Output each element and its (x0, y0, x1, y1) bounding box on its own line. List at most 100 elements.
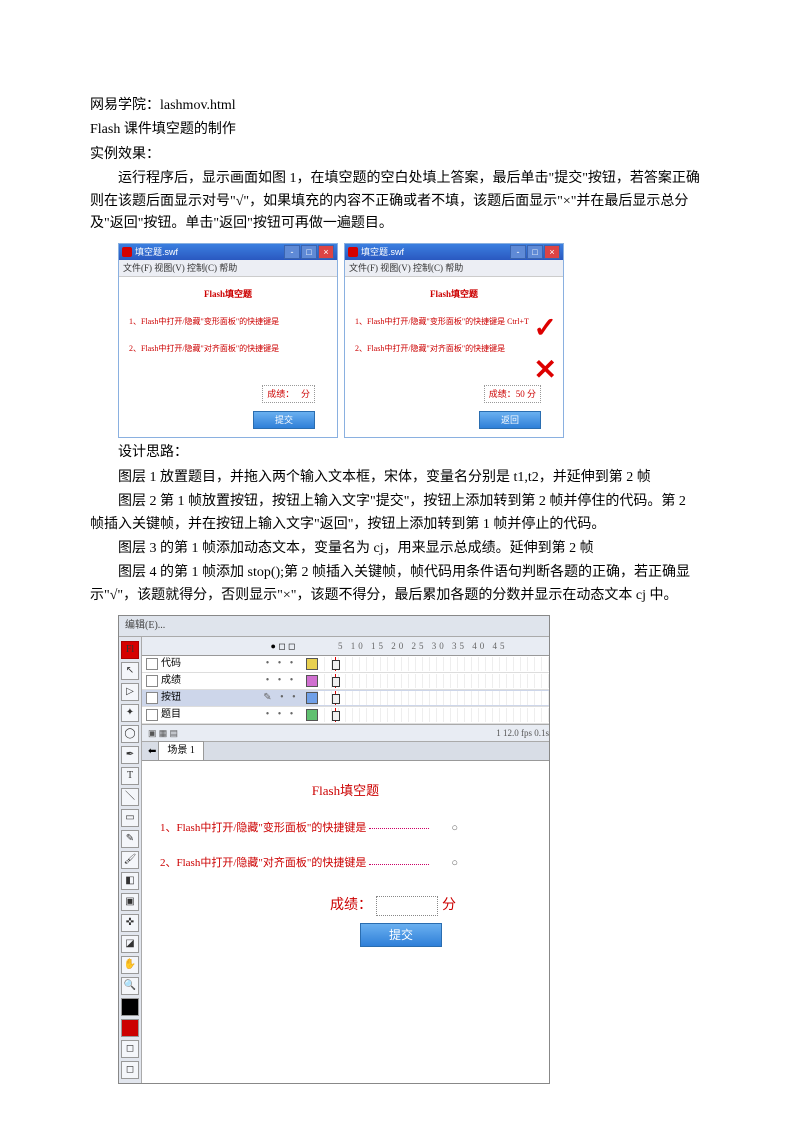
fill-swatch[interactable] (121, 1019, 139, 1037)
flash-editor: 编辑(E)... Fl ↖ ▷ ✦ ◯ ✒ T ＼ ▭ ✎ 🖌 ◧ ▣ ✜ ◪ … (118, 615, 550, 1084)
layer-icon (146, 658, 158, 670)
scene-tab[interactable]: 场景 1 (158, 741, 204, 760)
hand-tool-icon[interactable]: ✋ (121, 956, 139, 974)
score-field[interactable] (376, 896, 438, 916)
score-row: 成绩：50 分 (484, 385, 541, 403)
layer-toggles[interactable]: • • • (256, 656, 306, 672)
layer-label: 成绩 (161, 673, 181, 689)
bucket-tool-icon[interactable]: ▣ (121, 893, 139, 911)
eraser-tool-icon[interactable]: ◪ (121, 935, 139, 953)
layer-row[interactable]: 成绩 • • • (142, 673, 549, 690)
submit-button[interactable]: 提交 (253, 411, 315, 429)
layer-color (306, 658, 318, 670)
pen-tool-icon[interactable]: ✒ (121, 746, 139, 764)
maximize-icon[interactable]: □ (301, 245, 317, 259)
close-icon[interactable]: × (318, 245, 334, 259)
minimize-icon[interactable]: - (510, 245, 526, 259)
layer-row[interactable]: 代码 • • • (142, 656, 549, 673)
swf-q2: 2、Flash中打开/隐藏"对齐面板"的快捷键是 (129, 343, 327, 356)
stage-q1: 1、Flash中打开/隐藏"变形面板"的快捷键是○ (160, 820, 531, 838)
stage: Flash填空题 1、Flash中打开/隐藏"变形面板"的快捷键是○ 2、Fla… (142, 761, 549, 971)
frames[interactable] (318, 674, 549, 688)
eyedrop-tool-icon[interactable]: ✜ (121, 914, 139, 932)
maximize-icon[interactable]: □ (527, 245, 543, 259)
cross-icon: ✕ (534, 357, 557, 385)
input-t1[interactable] (369, 828, 429, 829)
flash-icon (348, 247, 358, 257)
stage-heading: Flash填空题 (160, 781, 531, 802)
swf-q1: 1、Flash中打开/隐藏"变形面板"的快捷键是 (129, 316, 327, 329)
text-tool-icon[interactable]: T (121, 767, 139, 785)
minimize-icon[interactable]: - (284, 245, 300, 259)
swf-title-text: 填空题.swf (135, 245, 178, 259)
design-p2: 图层 2 第 1 帧放置按钮，按钮上输入文字"提交"，按钮上添加转到第 2 帧并… (90, 491, 703, 536)
flash-icon (122, 247, 132, 257)
swf-q1-r: 1、Flash中打开/隐藏"变形面板"的快捷键是 Ctrl+T (355, 316, 553, 329)
frames[interactable] (318, 657, 549, 671)
layer-icon (146, 675, 158, 687)
zoom-tool-icon[interactable]: 🔍 (121, 977, 139, 995)
layer-icon (146, 709, 158, 721)
ink-tool-icon[interactable]: ◧ (121, 872, 139, 890)
design-p1: 图层 1 放置题目，并拖入两个输入文本框，宋体，变量名分别是 t1,t2，并延伸… (90, 467, 703, 489)
pencil-tool-icon[interactable]: ✎ (121, 830, 139, 848)
handle-icon: ○ (451, 855, 458, 873)
opt-tool-icon[interactable]: ◻ (121, 1061, 139, 1079)
layer-icon (146, 692, 158, 704)
stage-submit-button[interactable]: 提交 (360, 923, 442, 947)
add-layer-icon[interactable]: ▣ ▦ ▤ (148, 726, 178, 740)
scene-tabbar: ⬅ 场景 1 (142, 742, 549, 761)
frames[interactable] (318, 691, 549, 705)
swf-titlebar: 填空题.swf - □ × (345, 244, 563, 260)
arrow-tool-icon[interactable]: ↖ (121, 662, 139, 680)
layer-label: 题目 (161, 707, 181, 723)
input-t2[interactable] (369, 864, 429, 865)
design-p3: 图层 3 的第 1 帧添加动态文本，变量名为 cj，用来显示总成绩。延伸到第 2… (90, 538, 703, 560)
timeline-status: ▣ ▦ ▤ 1 12.0 fps 0.1s (142, 724, 549, 742)
layer-row[interactable]: 题目 • • • (142, 707, 549, 724)
color-swatch[interactable] (121, 998, 139, 1016)
swf-menubar[interactable]: 文件(F) 视图(V) 控制(C) 帮助 (345, 260, 563, 277)
design-p4: 图层 4 的第 1 帧添加 stop();第 2 帧插入关键帧，帧代码用条件语句… (90, 562, 703, 607)
score-unit: 分 (442, 895, 456, 917)
lasso-tool-icon[interactable]: ◯ (121, 725, 139, 743)
stage-q2: 2、Flash中打开/隐藏"对齐面板"的快捷键是○ (160, 855, 531, 873)
rect-tool-icon[interactable]: ▭ (121, 809, 139, 827)
swf-window-right: 填空题.swf - □ × 文件(F) 视图(V) 控制(C) 帮助 Flash… (344, 243, 564, 438)
editor-menubar[interactable]: 编辑(E)... (119, 616, 549, 637)
intro-text: 运行程序后，显示画面如图 1，在填空题的空白处填上答案，最后单击"提交"按钮，若… (90, 168, 703, 235)
figure-row: 填空题.swf - □ × 文件(F) 视图(V) 控制(C) 帮助 Flash… (118, 243, 703, 438)
layer-toggles[interactable]: • • • (256, 673, 306, 689)
line-tool-icon[interactable]: ＼ (121, 788, 139, 806)
layer-color (306, 692, 318, 704)
swf-heading: Flash填空题 (355, 287, 553, 301)
swf-menubar[interactable]: 文件(F) 视图(V) 控制(C) 帮助 (119, 260, 337, 277)
flash-logo-icon: Fl (121, 641, 139, 659)
transform-tool-icon[interactable]: ✦ (121, 704, 139, 722)
layer-color (306, 709, 318, 721)
check-icon: ✓ (534, 315, 557, 343)
frames[interactable] (318, 708, 549, 722)
score-row: 成绩： 分 (262, 385, 315, 403)
layer-toggles[interactable]: • • • (256, 707, 306, 723)
timeline-header: ● ◻ ◻ 5 10 15 20 25 30 35 40 45 (142, 637, 549, 656)
swf-title-text: 填空题.swf (361, 245, 404, 259)
close-icon[interactable]: × (544, 245, 560, 259)
swf-window-left: 填空题.swf - □ × 文件(F) 视图(V) 控制(C) 帮助 Flash… (118, 243, 338, 438)
layer-label: 代码 (161, 656, 181, 672)
tool-column: Fl ↖ ▷ ✦ ◯ ✒ T ＼ ▭ ✎ 🖌 ◧ ▣ ✜ ◪ ✋ 🔍 ◻ (119, 637, 142, 1083)
header-line1: 网易学院：lashmov.html (90, 95, 703, 117)
opt-tool-icon[interactable]: ◻ (121, 1040, 139, 1058)
return-button[interactable]: 返回 (479, 411, 541, 429)
swf-heading: Flash填空题 (129, 287, 327, 301)
subselect-tool-icon[interactable]: ▷ (121, 683, 139, 701)
layer-label: 按钮 (161, 690, 181, 706)
layer-toggles[interactable]: ✎ • • (256, 690, 306, 706)
layer-row[interactable]: 按钮 ✎ • • (142, 690, 549, 707)
swf-titlebar: 填空题.swf - □ × (119, 244, 337, 260)
swf-q2-r: 2、Flash中打开/隐藏"对齐面板"的快捷键是 (355, 343, 553, 356)
header-line3: 实例效果： (90, 144, 703, 166)
layer-color (306, 675, 318, 687)
header-line2: Flash 课件填空题的制作 (90, 119, 703, 141)
brush-tool-icon[interactable]: 🖌 (121, 851, 139, 869)
